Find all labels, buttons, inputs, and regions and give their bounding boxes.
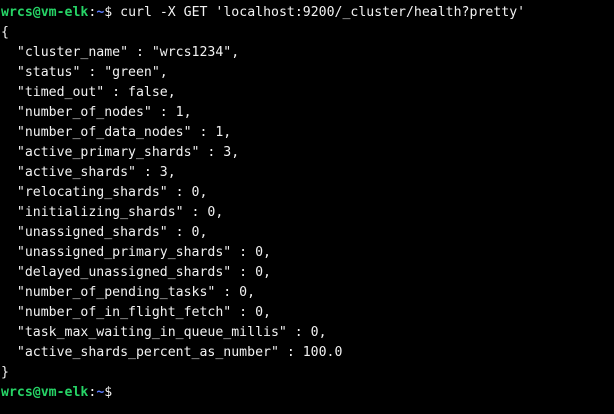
output-line: "unassigned_shards" : 0, [1, 225, 208, 240]
prompt-host: vm-elk [40, 5, 89, 20]
command-text: curl -X GET 'localhost:9200/_cluster/hea… [112, 5, 526, 20]
active-prompt-line[interactable]: wrcs@vm-elk:~$ [1, 383, 112, 403]
prompt-symbol: $ [104, 385, 113, 400]
output-line: "number_of_nodes" : 1, [1, 105, 192, 120]
output-line: } [1, 365, 9, 380]
output-line: "active_shards" : 3, [1, 165, 176, 180]
prompt-user: wrcs [1, 385, 33, 400]
output-line: "number_of_in_flight_fetch" : 0, [1, 305, 271, 320]
prompt-at: @ [32, 385, 41, 400]
output-line: "timed_out" : false, [1, 85, 176, 100]
output-line: "relocating_shards" : 0, [1, 185, 208, 200]
output-line: "number_of_pending_tasks" : 0, [1, 285, 256, 300]
output-line: "active_shards_percent_as_number" : 100.… [1, 345, 343, 360]
output-line: "cluster_name" : "wrcs1234", [1, 45, 240, 60]
output-line: "task_max_waiting_in_queue_millis" : 0, [1, 325, 327, 340]
output-line: "active_primary_shards" : 3, [1, 145, 240, 160]
command-line: wrcs@vm-elk:~$ curl -X GET 'localhost:92… [1, 3, 525, 23]
prompt-host: vm-elk [40, 385, 89, 400]
output-line: "number_of_data_nodes" : 1, [1, 125, 232, 140]
output-line: "delayed_unassigned_shards" : 0, [1, 265, 271, 280]
prompt-user: wrcs [1, 5, 33, 20]
output-line: { [1, 25, 9, 40]
output-line: "initializing_shards" : 0, [1, 205, 224, 220]
output-line: "status" : "green", [1, 65, 168, 80]
prompt-at: @ [32, 5, 41, 20]
output-line: "unassigned_primary_shards" : 0, [1, 245, 271, 260]
terminal-window[interactable]: wrcs@vm-elk:~$ curl -X GET 'localhost:92… [0, 0, 614, 414]
